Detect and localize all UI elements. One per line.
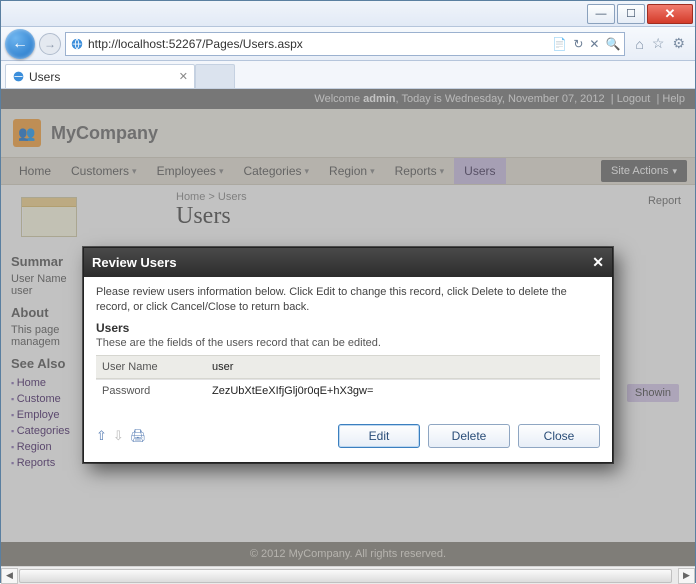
ie-icon <box>12 70 25 83</box>
modal-titlebar: Review Users ✕ <box>84 248 612 277</box>
window-maximize-button[interactable]: ☐ <box>617 4 645 24</box>
page-viewport: Welcome admin, Today is Wednesday, Novem… <box>1 89 695 566</box>
address-bar[interactable]: 📄 ↻ ✕ 🔍 <box>65 32 625 56</box>
browser-window: — ☐ ✕ ← → 📄 ↻ ✕ 🔍 ⌂ ☆ ⚙ <box>0 0 696 583</box>
new-tab-button[interactable] <box>195 64 235 88</box>
tab-close-icon[interactable]: ✕ <box>179 70 188 83</box>
scroll-thumb[interactable] <box>19 569 672 583</box>
scroll-right-icon[interactable]: ▶ <box>678 568 695 584</box>
browser-tabstrip: Users ✕ <box>1 61 695 89</box>
search-icon[interactable]: 🔍 <box>605 37 620 51</box>
tools-icon[interactable]: ⚙ <box>672 35 685 52</box>
window-titlebar: — ☐ ✕ <box>1 1 695 27</box>
tab-title: Users <box>29 70 60 84</box>
browser-navbar: ← → 📄 ↻ ✕ 🔍 ⌂ ☆ ⚙ <box>1 27 695 61</box>
compat-view-icon[interactable]: 📄 <box>552 37 567 51</box>
field-value-username: user <box>212 361 594 373</box>
modal-section-heading: Users <box>96 321 600 335</box>
modal-actions: ⇧ ⇩ 🖨 Edit Delete Close <box>84 414 612 462</box>
modal-close-icon[interactable]: ✕ <box>592 254 604 271</box>
forward-button[interactable]: → <box>39 33 61 55</box>
ie-icon <box>70 37 84 51</box>
field-value-password: ZezUbXtEeXIfjGlj0r0qE+hX3gw= <box>212 385 594 397</box>
modal-section-sub: These are the fields of the users record… <box>96 337 600 349</box>
horizontal-scrollbar[interactable]: ◀ ▶ <box>1 566 695 584</box>
scroll-track[interactable] <box>18 568 678 584</box>
field-label-password: Password <box>102 385 212 397</box>
stop-icon[interactable]: ✕ <box>589 37 599 51</box>
field-row-password: Password ZezUbXtEeXIfjGlj0r0qE+hX3gw= <box>96 379 600 402</box>
window-minimize-button[interactable]: — <box>587 4 615 24</box>
address-bar-icons: 📄 ↻ ✕ 🔍 <box>552 37 620 51</box>
print-icon[interactable]: 🖨 <box>130 428 147 444</box>
modal-nav-icons: ⇧ ⇩ 🖨 <box>96 428 146 444</box>
field-label-username: User Name <box>102 361 212 373</box>
refresh-icon[interactable]: ↻ <box>573 37 583 51</box>
prev-record-icon[interactable]: ⇧ <box>96 428 107 444</box>
field-row-username: User Name user <box>96 355 600 379</box>
review-users-modal: Review Users ✕ Please review users infor… <box>83 247 613 463</box>
delete-button[interactable]: Delete <box>428 424 510 448</box>
url-input[interactable] <box>88 37 548 51</box>
next-record-icon[interactable]: ⇩ <box>113 428 124 444</box>
modal-title: Review Users <box>92 255 177 270</box>
toolbar-icons: ⌂ ☆ ⚙ <box>629 35 691 52</box>
close-button[interactable]: Close <box>518 424 600 448</box>
window-close-button[interactable]: ✕ <box>647 4 693 24</box>
edit-button[interactable]: Edit <box>338 424 420 448</box>
browser-tab[interactable]: Users ✕ <box>5 64 195 88</box>
modal-intro-text: Please review users information below. C… <box>96 285 600 315</box>
favorites-icon[interactable]: ☆ <box>652 35 665 52</box>
home-icon[interactable]: ⌂ <box>635 36 643 52</box>
back-button[interactable]: ← <box>5 29 35 59</box>
scroll-left-icon[interactable]: ◀ <box>1 568 18 584</box>
modal-body: Please review users information below. C… <box>84 277 612 414</box>
